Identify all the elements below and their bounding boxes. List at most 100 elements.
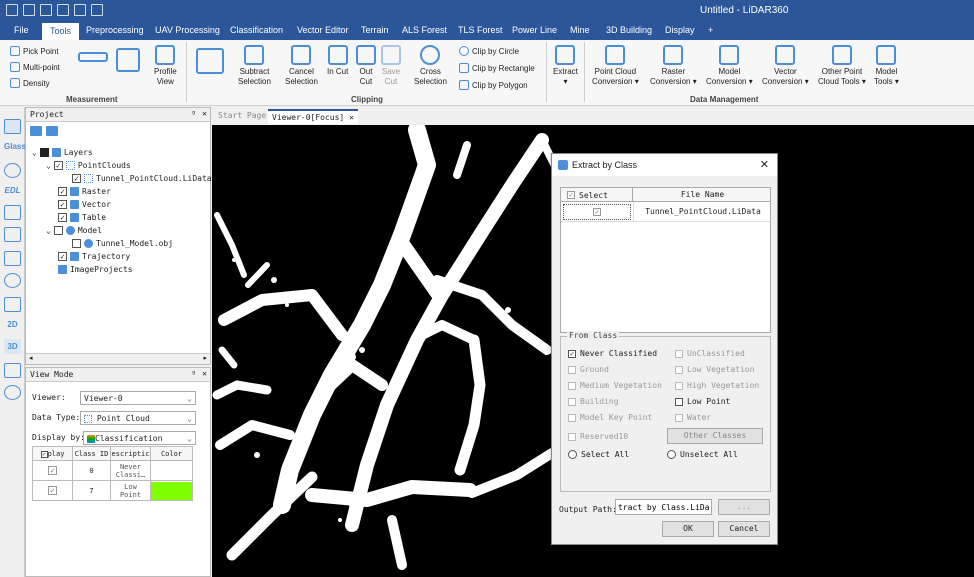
checkbox[interactable] <box>675 365 683 374</box>
pin-icon[interactable]: ᵍ <box>191 369 196 378</box>
class-water[interactable]: Water <box>675 413 711 422</box>
pick-point-button[interactable]: Pick Point <box>10 46 59 56</box>
checkbox[interactable]: ✓ <box>40 450 48 458</box>
pin-icon[interactable]: ᵍ <box>191 109 196 118</box>
checkbox[interactable]: ✓ <box>568 349 576 358</box>
checkbox[interactable]: ✓ <box>567 191 575 199</box>
polygon-select-button[interactable] <box>196 48 224 76</box>
save-as-icon[interactable] <box>91 4 103 16</box>
class-building[interactable]: Building <box>568 397 619 406</box>
tree-item-raster[interactable]: ✓ Raster <box>58 185 111 197</box>
glass-button[interactable]: Glass <box>4 139 26 154</box>
model-tools-button[interactable]: Model Tools ▾ <box>874 45 899 87</box>
cube-front-icon[interactable] <box>4 205 21 220</box>
menu-file[interactable]: File <box>14 25 29 35</box>
class-low-point[interactable]: Low Point <box>675 397 730 406</box>
menu-power-line[interactable]: Power Line <box>512 25 557 35</box>
eye-icon[interactable] <box>4 163 21 178</box>
menu-vector-editor[interactable]: Vector Editor <box>297 25 349 35</box>
class-ground[interactable]: Ground <box>568 365 609 374</box>
checkbox[interactable]: ✓ <box>593 208 601 216</box>
tree-item-imageprojects[interactable]: ImageProjects <box>58 263 133 275</box>
tree-item-table[interactable]: ✓ Table <box>58 211 106 223</box>
checkbox[interactable] <box>675 413 683 422</box>
class-unclassified[interactable]: UnClassified <box>675 349 745 358</box>
class-low-vegetation[interactable]: Low Vegetation <box>675 365 754 374</box>
checkbox[interactable]: ✓ <box>58 186 67 196</box>
checkbox[interactable]: ✓ <box>58 199 67 209</box>
select-all-radio[interactable]: Select All <box>568 450 629 459</box>
point-cloud-conversion-button[interactable]: Point Cloud Conversion ▾ <box>592 45 639 87</box>
menu-tools[interactable]: Tools <box>42 23 80 40</box>
multi-point-button[interactable]: Multi-point <box>10 62 60 72</box>
tree-item-tunnel-pointcloud[interactable]: ✓ Tunnel_PointCloud.LiData <box>72 172 212 184</box>
tree-item-trajectory[interactable]: ✓ Trajectory <box>58 250 130 262</box>
cancel-selection-button[interactable]: Cancel Selection <box>285 45 318 87</box>
scroll-left-icon[interactable]: ◂ <box>29 354 33 362</box>
row-select-cell[interactable]: ✓ <box>563 204 631 220</box>
clip-by-polygon-button[interactable]: Clip by Polygon <box>459 80 528 90</box>
tree-item-layers[interactable]: ⌄ Layers <box>32 146 93 158</box>
layer-stack-icon[interactable] <box>30 126 42 136</box>
tree-item-model[interactable]: ⌄ Model <box>46 224 102 236</box>
checkbox[interactable]: ✓ <box>58 251 67 261</box>
checkbox[interactable] <box>568 413 576 422</box>
checkbox[interactable]: ✓ <box>48 466 57 475</box>
tab-viewer[interactable]: Viewer-0[Focus] ✕ <box>268 109 358 124</box>
color-swatch[interactable] <box>150 480 193 501</box>
other-point-cloud-tools-button[interactable]: Other Point Cloud Tools ▾ <box>818 45 866 87</box>
menu-tls-forest[interactable]: TLS Forest <box>458 25 503 35</box>
output-path-input[interactable] <box>615 499 712 515</box>
tree-item-vector[interactable]: ✓ Vector <box>58 198 111 210</box>
clip-by-rectangle-button[interactable]: Clip by Rectangle <box>459 63 535 73</box>
horizontal-scrollbar[interactable]: ◂ ▸ <box>26 353 210 364</box>
tree-item-tunnel-model[interactable]: Tunnel_Model.obj <box>72 237 173 249</box>
edl-button[interactable]: EDL <box>4 183 21 198</box>
col-color[interactable]: Color <box>150 446 193 461</box>
radio[interactable] <box>667 450 676 459</box>
checkbox[interactable] <box>53 225 63 235</box>
collapse-icon[interactable]: ⌄ <box>32 148 37 157</box>
menu-terrain[interactable]: Terrain <box>361 25 389 35</box>
checkbox[interactable]: ✓ <box>53 160 63 170</box>
ok-button[interactable]: OK <box>662 521 714 537</box>
menu-classification[interactable]: Classification <box>230 25 283 35</box>
subtract-selection-button[interactable]: Subtract Selection <box>238 45 271 87</box>
profile-view-button[interactable]: Profile View <box>154 45 177 87</box>
display-by-select[interactable]: Classification ⌄ <box>83 431 196 445</box>
viewer-select[interactable]: Viewer-0 ⌄ <box>80 391 196 405</box>
table-row[interactable]: ✓ 7 Low Point <box>32 480 193 501</box>
collapse-icon[interactable]: ⌄ <box>46 161 51 170</box>
fit-view-icon[interactable] <box>4 251 21 266</box>
menu-3d-building[interactable]: 3D Building <box>606 25 652 35</box>
camera-icon[interactable] <box>4 385 21 400</box>
density-button[interactable]: Density <box>10 78 50 88</box>
table-row[interactable]: ✓ 0 Never Classi… <box>32 460 193 481</box>
browse-button[interactable]: ... <box>718 499 770 515</box>
clip-by-circle-button[interactable]: Clip by Circle <box>459 46 519 56</box>
checkbox[interactable] <box>675 397 683 406</box>
unselect-all-radio[interactable]: Unselect All <box>667 450 738 459</box>
new-file-icon[interactable] <box>6 4 18 16</box>
class-reserved10[interactable]: Reserved10 <box>568 432 628 441</box>
save-cut-button[interactable]: Save Cut <box>381 45 401 87</box>
scroll-right-icon[interactable]: ▸ <box>203 354 207 362</box>
close-tab-icon[interactable]: ✕ <box>349 113 354 122</box>
menu-preprocessing[interactable]: Preprocessing <box>86 25 144 35</box>
cube-button[interactable] <box>116 48 140 74</box>
checkbox[interactable] <box>568 365 576 374</box>
menu-display[interactable]: Display <box>665 25 695 35</box>
folder-icon[interactable] <box>57 4 69 16</box>
rotate-view-icon[interactable] <box>4 119 21 134</box>
col-file-name[interactable]: File Name <box>633 190 772 199</box>
cancel-button[interactable]: Cancel <box>718 521 770 537</box>
checkbox[interactable] <box>72 238 81 248</box>
open-file-icon[interactable] <box>23 4 35 16</box>
checkbox[interactable]: ✓ <box>48 486 57 495</box>
save-icon[interactable] <box>74 4 86 16</box>
cross-selection-button[interactable]: Cross Selection <box>414 45 447 87</box>
checkbox[interactable] <box>568 381 576 390</box>
radio[interactable] <box>568 450 577 459</box>
class-high-vegetation[interactable]: High Vegetation <box>675 381 759 390</box>
color-swatch[interactable] <box>150 460 193 481</box>
